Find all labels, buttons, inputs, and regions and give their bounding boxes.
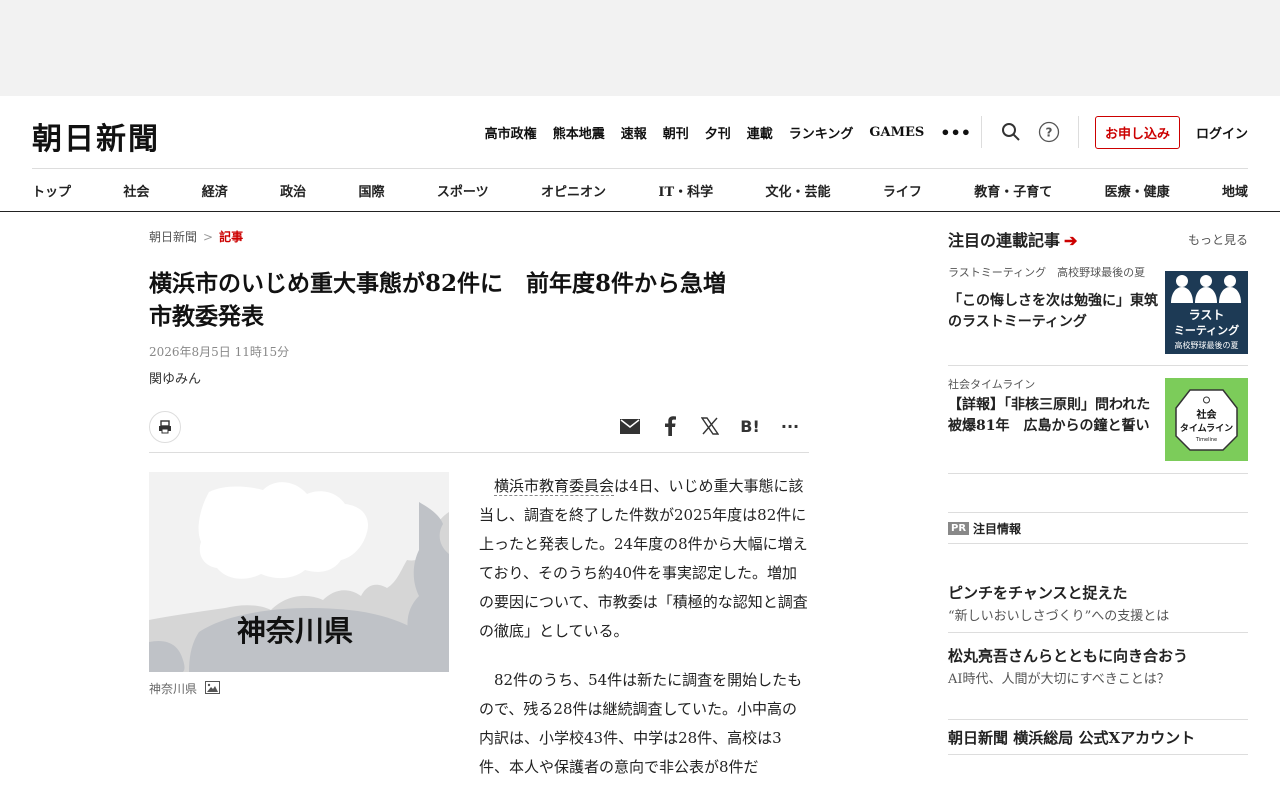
top-link-kumamoto[interactable]: 熊本地震 <box>553 123 605 142</box>
category-opinion[interactable]: オピニオン <box>541 181 606 200</box>
series-thumbnail: 社会 タイムライン Timeline <box>1165 378 1248 461</box>
promo-item[interactable]: 松丸亮吾さんらとともに向き合おう AI時代、人間が大切にすべきことは？ <box>948 633 1248 695</box>
category-life[interactable]: ライフ <box>883 181 922 200</box>
author-name[interactable]: 関ゆみん <box>149 368 809 387</box>
keyword-link[interactable]: 横浜市教育委員会 <box>494 477 615 496</box>
category-top[interactable]: トップ <box>32 181 71 200</box>
series-item[interactable]: ラストミーティング 高校野球最後の夏 「この悔しさを次は勉強に」東筑のラストミー… <box>948 266 1248 366</box>
login-link[interactable]: ログイン <box>1196 123 1248 142</box>
map-label: 神奈川県 <box>237 614 354 648</box>
category-nav: トップ 社会 経済 政治 国際 スポーツ オピニオン IT・科学 文化・芸能 ラ… <box>32 168 1248 212</box>
promo-subtitle: “新しいおいしさづくり”への支援とは <box>948 609 1170 624</box>
help-icon[interactable]: ? <box>1038 121 1060 143</box>
header-divider <box>0 211 1280 212</box>
top-nav: 高市政権 熊本地震 速報 朝刊 夕刊 連載 ランキング GAMES ••• ? … <box>469 115 1248 149</box>
series-headline: 「この悔しさを次は勉強に」東筑のラストミーティング <box>948 293 1158 330</box>
pr-badge: PR <box>948 521 970 535</box>
top-link-series[interactable]: 連載 <box>747 123 773 142</box>
ad-banner <box>0 0 1280 96</box>
article-figure: 神奈川県 神奈川県 <box>149 472 449 697</box>
category-education[interactable]: 教育・子育て <box>974 181 1052 200</box>
thumb-text-1: ラスト <box>1189 308 1225 322</box>
top-link-morning[interactable]: 朝刊 <box>663 123 689 142</box>
pr-title: 注目情報 <box>973 521 1022 536</box>
image-icon[interactable] <box>205 680 221 697</box>
category-society[interactable]: 社会 <box>123 181 149 200</box>
promo-title: 松丸亮吾さんらとともに向き合おう <box>948 647 1189 665</box>
category-international[interactable]: 国際 <box>359 181 385 200</box>
series-tag: ラストミーティング 高校野球最後の夏 <box>948 266 1146 279</box>
featured-series-header: 注目の連載記事 ➔ もっと見る <box>948 226 1248 252</box>
more-menu-icon[interactable]: ••• <box>940 123 971 142</box>
x-share-icon[interactable] <box>699 415 721 437</box>
category-culture[interactable]: 文化・芸能 <box>765 181 830 200</box>
top-link-ranking[interactable]: ランキング <box>789 123 854 142</box>
title-line-1: 横浜市のいじめ重大事態が82件に 前年度8件から急増 <box>149 270 727 297</box>
promo-subtitle: AI時代、人間が大切にすべきことは？ <box>948 672 1170 687</box>
divider <box>1077 116 1079 148</box>
top-link-takaichi[interactable]: 高市政権 <box>485 123 537 142</box>
breadcrumb: 朝日新聞 > 記事 <box>149 228 809 245</box>
featured-series-title[interactable]: 注目の連載記事 ➔ <box>948 227 1077 251</box>
x-account-link[interactable]: 朝日新聞 横浜総局 公式Xアカウント <box>948 719 1248 755</box>
series-tag: 社会タイムライン <box>948 378 1036 391</box>
publish-date: 2026年8月5日 11時15分 <box>149 345 290 359</box>
top-link-breaking[interactable]: 速報 <box>621 123 647 142</box>
sidebar: 注目の連載記事 ➔ もっと見る ラストミーティング 高校野球最後の夏 「この悔しさ… <box>948 226 1248 755</box>
paragraph-text: は4日、いじめ重大事態に該当し、調査を終了した件数が2025年度は82件に上った… <box>479 477 808 640</box>
breadcrumb-current[interactable]: 記事 <box>219 230 243 244</box>
category-economy[interactable]: 経済 <box>202 181 228 200</box>
top-link-games[interactable]: GAMES <box>869 125 924 140</box>
print-icon[interactable] <box>149 411 181 443</box>
breadcrumb-home[interactable]: 朝日新聞 <box>149 230 197 244</box>
site-header: 朝日新聞 高市政権 熊本地震 速報 朝刊 夕刊 連載 ランキング GAMES •… <box>0 96 1280 168</box>
article-title: 横浜市のいじめ重大事態が82件に 前年度8件から急増 市教委発表 <box>149 267 809 333</box>
featured-series-title-text: 注目の連載記事 <box>948 231 1061 250</box>
arrow-right-icon: ➔ <box>1064 231 1078 250</box>
thumb-text-2: ミーティング <box>1174 323 1239 337</box>
top-link-evening[interactable]: 夕刊 <box>705 123 731 142</box>
hatena-bookmark-icon[interactable]: B! <box>739 415 761 437</box>
share-bar: B! ··· <box>149 409 809 453</box>
share-buttons: B! ··· <box>601 415 801 437</box>
divider <box>980 116 982 148</box>
search-icon[interactable] <box>1000 121 1022 143</box>
category-region[interactable]: 地域 <box>1222 181 1248 200</box>
mail-share-icon[interactable] <box>619 415 641 437</box>
category-it-science[interactable]: IT・科学 <box>658 181 713 200</box>
category-politics[interactable]: 政治 <box>280 181 306 200</box>
paragraph: 横浜市教育委員会は4日、いじめ重大事態に該当し、調査を終了した件数が2025年度… <box>479 472 809 646</box>
thumb-text-3: Timeline <box>1195 437 1217 443</box>
figure-caption: 神奈川県 <box>149 680 449 697</box>
series-item[interactable]: 社会タイムライン 【詳報】「非核三原則」問われた被爆81年 広島からの鐘と誓い … <box>948 378 1248 474</box>
caption-text: 神奈川県 <box>149 682 198 696</box>
see-more-link[interactable]: もっと見る <box>1188 231 1248 248</box>
pr-header: PR 注目情報 <box>948 512 1248 544</box>
category-health[interactable]: 医療・健康 <box>1105 181 1170 200</box>
site-logo[interactable]: 朝日新聞 <box>32 114 160 158</box>
title-line-2: 市教委発表 <box>149 303 264 330</box>
article-body: 横浜市教育委員会は4日、いじめ重大事態に該当し、調査を終了した件数が2025年度… <box>479 472 809 800</box>
subscribe-button[interactable]: お申し込み <box>1094 115 1180 149</box>
thumb-text-2: タイムライン <box>1180 422 1233 434</box>
promo-title: ピンチをチャンスと捉えた <box>948 584 1128 602</box>
promo-item[interactable]: ピンチをチャンスと捉えた “新しいおいしさづくり”への支援とは <box>948 570 1248 633</box>
breadcrumb-separator: > <box>203 230 214 244</box>
series-headline: 【詳報】「非核三原則」問われた被爆81年 広島からの鐘と誓い <box>948 397 1151 434</box>
facebook-share-icon[interactable] <box>659 415 681 437</box>
paragraph: 82件のうち、54件は新たに調査を開始したもので、残る28件は継続調査していた。… <box>479 671 803 776</box>
thumb-text-1: 社会 <box>1196 408 1217 421</box>
category-sports[interactable]: スポーツ <box>437 181 489 200</box>
article-header: 朝日新聞 > 記事 横浜市のいじめ重大事態が82件に 前年度8件から急増 市教委発表… <box>149 228 809 453</box>
map-image[interactable]: 神奈川県 <box>149 472 449 672</box>
series-thumbnail: ラスト ミーティング 高校野球最後の夏 <box>1165 271 1248 354</box>
more-share-icon[interactable]: ··· <box>779 415 801 437</box>
svg-text:?: ? <box>1045 126 1052 140</box>
thumb-text-3: 高校野球最後の夏 <box>1175 340 1239 350</box>
